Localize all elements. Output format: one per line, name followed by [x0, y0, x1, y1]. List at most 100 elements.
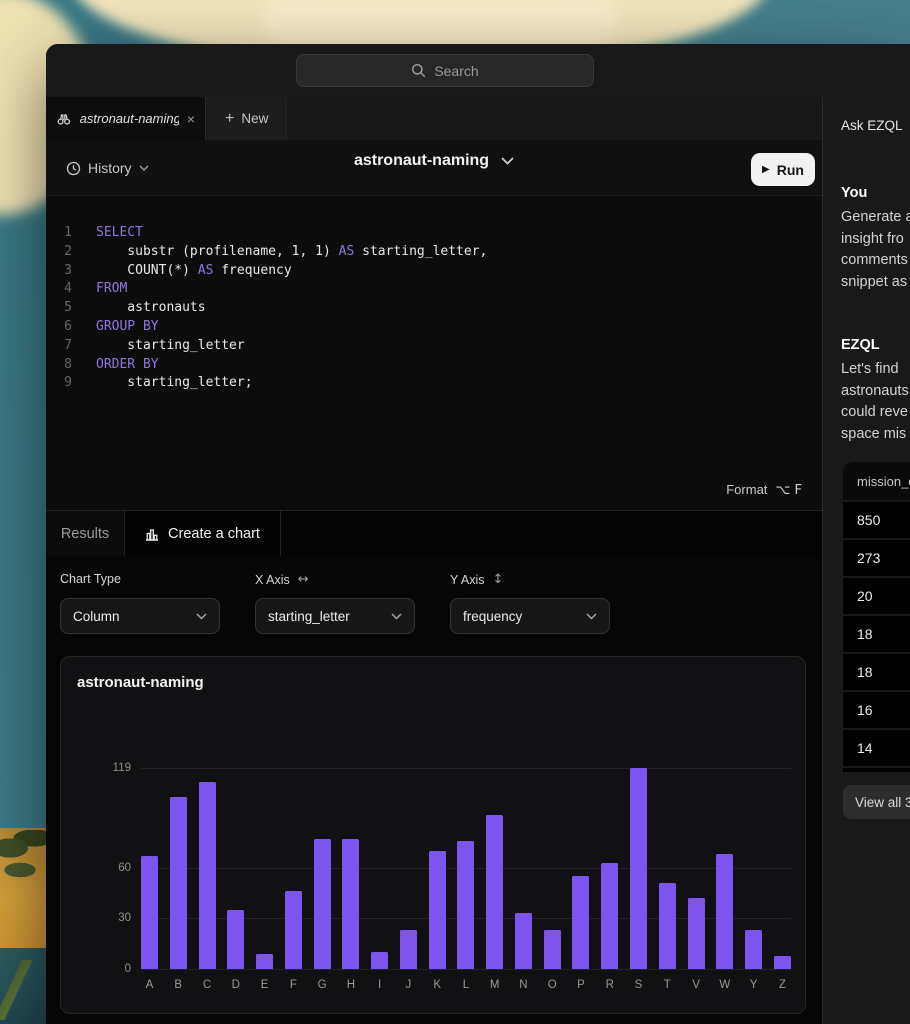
- bar-S: [630, 768, 647, 969]
- gridline: [141, 969, 791, 970]
- x-tick-label: I: [371, 979, 388, 991]
- x-tick-label: D: [227, 979, 244, 991]
- y-axis-label: Y Axis: [450, 573, 485, 587]
- code-line: 6GROUP BY: [46, 318, 822, 337]
- search-placeholder: Search: [434, 63, 478, 79]
- query-header: History astronaut-naming ▶ Run: [46, 140, 822, 196]
- history-button[interactable]: History: [66, 154, 149, 182]
- y-tick-label: 0: [125, 963, 131, 975]
- y-axis-ticks: 03060119: [87, 768, 131, 969]
- tab-astronaut-naming[interactable]: astronaut-naming ×: [46, 97, 206, 140]
- table-row: 20: [843, 578, 910, 614]
- query-title-wrap: astronaut-naming: [46, 152, 822, 170]
- ask-ezql-sidebar: Ask EZQL You Generate ainsight frocommen…: [822, 97, 910, 1024]
- vertical-arrow-icon: ↕: [493, 572, 504, 587]
- chart-type-label-wrap: Chart Type: [60, 572, 121, 586]
- bar-I: [371, 952, 388, 969]
- y-tick-label: 60: [118, 862, 131, 874]
- run-label: Run: [777, 162, 804, 178]
- x-tick-label: O: [544, 979, 561, 991]
- bar-O: [544, 930, 561, 969]
- ezql-message: Let's findastronautscould revespace mis: [841, 359, 909, 446]
- x-tick-label: R: [601, 979, 618, 991]
- x-tick-label: L: [457, 979, 474, 991]
- x-tick-label: P: [572, 979, 589, 991]
- chart-tab-label: Create a chart: [168, 526, 260, 542]
- x-tick-label: A: [141, 979, 158, 991]
- bars-row: [141, 768, 791, 969]
- x-tick-label: J: [400, 979, 417, 991]
- bar-D: [227, 910, 244, 969]
- format-button[interactable]: Format⌥ F: [726, 482, 802, 498]
- y-axis-label-wrap: Y Axis ↕: [450, 572, 503, 587]
- bar-B: [170, 797, 187, 969]
- query-title: astronaut-naming: [354, 152, 489, 170]
- tab-results[interactable]: Results: [46, 511, 125, 557]
- run-button[interactable]: ▶ Run: [751, 153, 815, 186]
- format-label: Format: [726, 482, 767, 497]
- table-row: 18: [843, 616, 910, 652]
- bar-A: [141, 856, 158, 969]
- tab-strip: astronaut-naming × + New: [46, 97, 822, 140]
- play-icon: ▶: [762, 164, 770, 175]
- window-topbar: Search: [46, 44, 910, 97]
- table-row: 14: [843, 730, 910, 766]
- x-tick-label: G: [314, 979, 331, 991]
- x-tick-label: V: [688, 979, 705, 991]
- new-tab-button[interactable]: + New: [207, 97, 287, 140]
- y-axis-select[interactable]: frequency: [450, 598, 610, 634]
- sidebar-title: Ask EZQL: [841, 118, 903, 133]
- x-tick-label: N: [515, 979, 532, 991]
- close-icon[interactable]: ×: [187, 112, 195, 126]
- wallpaper-trees: [0, 830, 46, 916]
- code-line: 1SELECT: [46, 224, 822, 243]
- query-title-dropdown[interactable]: astronaut-naming: [354, 152, 514, 170]
- bar-E: [256, 954, 273, 969]
- x-tick-label: C: [199, 979, 216, 991]
- bar-F: [285, 891, 302, 969]
- x-tick-label: S: [630, 979, 647, 991]
- chart-plot: [141, 768, 791, 969]
- you-message: Generate ainsight frocommentssnippet as: [841, 207, 910, 294]
- chart-section: Chart Type X Axis ↔ Y Axis ↕ Column star…: [46, 556, 822, 1024]
- chat-author-you: You: [841, 185, 867, 201]
- x-axis-label: X Axis: [255, 573, 290, 587]
- table-header-mission-count: mission_count: [843, 462, 910, 500]
- app-window: Search astronaut-naming × + New: [46, 44, 910, 1024]
- chevron-down-icon: [196, 613, 207, 620]
- search-icon: [411, 63, 426, 78]
- table-row: 273: [843, 540, 910, 576]
- bar-W: [716, 854, 733, 969]
- new-tab-label: New: [241, 111, 268, 126]
- chart-type-select[interactable]: Column: [60, 598, 220, 634]
- bar-N: [515, 913, 532, 969]
- wallpaper-grass: [0, 960, 34, 1020]
- bar-H: [342, 839, 359, 969]
- x-axis-select[interactable]: starting_letter: [255, 598, 415, 634]
- view-all-button[interactable]: View all 39: [843, 785, 910, 819]
- x-axis-labels: ABCDEFGHIJKLMNOPRSTVWYZ: [141, 979, 791, 991]
- bar-G: [314, 839, 331, 969]
- chevron-down-icon: [139, 165, 149, 171]
- chevron-down-icon: [391, 613, 402, 620]
- bar-T: [659, 883, 676, 969]
- code-line: 8ORDER BY: [46, 356, 822, 375]
- result-preview-table: mission_count 850273201818161412: [843, 462, 910, 772]
- bar-chart-icon: [145, 527, 159, 541]
- x-tick-label: B: [170, 979, 187, 991]
- code-line: 2 substr (profilename, 1, 1) AS starting…: [46, 243, 822, 262]
- search-input[interactable]: Search: [296, 54, 594, 87]
- bar-R: [601, 863, 618, 969]
- table-row: 16: [843, 692, 910, 728]
- table-row: 12: [843, 768, 910, 772]
- history-label: History: [88, 160, 132, 176]
- sql-editor[interactable]: 1SELECT2 substr (profilename, 1, 1) AS s…: [46, 196, 822, 510]
- x-tick-label: W: [716, 979, 733, 991]
- bar-C: [199, 782, 216, 969]
- binoculars-icon: [56, 111, 72, 127]
- tab-label: astronaut-naming: [80, 111, 179, 126]
- tab-create-a-chart[interactable]: Create a chart: [125, 511, 281, 557]
- results-tab-label: Results: [61, 526, 109, 542]
- chart-title: astronaut-naming: [77, 674, 204, 691]
- x-tick-label: F: [285, 979, 302, 991]
